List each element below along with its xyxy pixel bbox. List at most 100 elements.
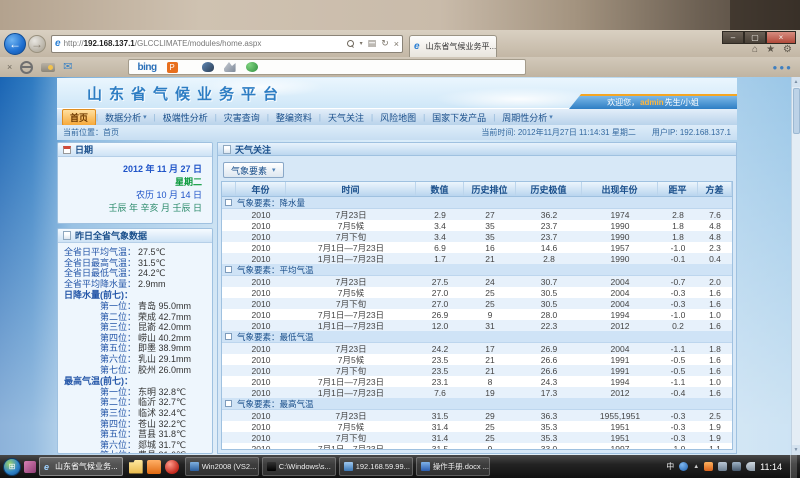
explorer-icon[interactable]: [129, 460, 143, 474]
ranking-line: 第三位：昆嵛 42.0mm: [64, 322, 209, 333]
table-cell: -0.3: [658, 410, 698, 421]
refresh-icon[interactable]: ↻: [381, 38, 389, 49]
nav-item-3[interactable]: 灾害查询: [217, 110, 267, 125]
pinned-app-icon[interactable]: [24, 461, 36, 473]
table-cell: 2.8: [658, 209, 698, 220]
address-bar[interactable]: e http://192.168.137.1/GLCCLIMATE/module…: [51, 35, 403, 53]
scroll-down-icon[interactable]: ▼: [792, 445, 800, 455]
rank-label: 第七位：: [100, 365, 136, 376]
compat-icon[interactable]: ▤: [368, 38, 377, 49]
media-player-icon[interactable]: [165, 460, 179, 474]
group-row: 气象要素：平均气温: [222, 264, 732, 276]
taskbar-button-2[interactable]: 192.168.59.99...: [339, 457, 413, 476]
search-dropdown-icon[interactable]: ▾: [360, 40, 363, 47]
maximize-button[interactable]: ▢: [744, 31, 766, 44]
nav-item-0[interactable]: 首页: [62, 109, 96, 126]
chevron-down-icon: ▾: [143, 113, 147, 121]
nav-item-1[interactable]: 数据分析▾: [98, 110, 154, 125]
nav-item-2[interactable]: 极端性分析: [156, 110, 215, 125]
row-select-cell: [222, 220, 236, 231]
row-select-cell: [222, 354, 236, 365]
calendar-ganzhi: 壬辰 年 辛亥 月 壬辰 日: [68, 202, 202, 215]
group-checkbox[interactable]: [225, 333, 232, 340]
home-icon[interactable]: ⌂: [752, 44, 758, 55]
rank-label: 第一位：: [100, 387, 136, 398]
column-header: 出现年份: [582, 182, 658, 196]
page-scrollbar[interactable]: ▲ ▼: [791, 77, 800, 455]
table-cell: 23.5: [416, 365, 464, 376]
table-section: 20107月23日31.52936.31955,1951-0.32.520107…: [222, 410, 732, 450]
nav-item-6[interactable]: 风险地图: [373, 110, 423, 125]
element-select-button[interactable]: 气象要素 ▾: [223, 162, 284, 178]
scrollbar-thumb[interactable]: [793, 88, 800, 134]
table-cell: 1.6: [698, 298, 732, 309]
rank-label: 第五位：: [100, 343, 136, 354]
group-row: 气象要素：降水量: [222, 197, 732, 209]
language-indicator[interactable]: 中: [666, 461, 674, 472]
clock[interactable]: 11:14: [760, 462, 785, 472]
orange-app-icon[interactable]: [147, 460, 161, 474]
scroll-up-icon[interactable]: ▲: [792, 77, 800, 87]
taskbar-button-3[interactable]: 操作手册.docx ...: [416, 457, 490, 476]
settings-gear-icon[interactable]: ⚙: [783, 44, 792, 55]
table-cell: 35: [464, 231, 516, 242]
group-checkbox[interactable]: [225, 266, 232, 273]
bing-logo[interactable]: bing: [137, 62, 156, 73]
table-cell: 1991: [582, 354, 658, 365]
search-icon[interactable]: [347, 40, 355, 48]
row-select-cell: [222, 365, 236, 376]
table-cell: 1.8: [658, 220, 698, 231]
nav-item-label: 风险地图: [380, 111, 416, 124]
background-window: [730, 0, 800, 30]
table-cell: -0.7: [658, 276, 698, 287]
taskbar-button-0[interactable]: Win2008 (VS2...: [185, 457, 259, 476]
favorites-star-icon[interactable]: ★: [766, 44, 775, 55]
volume-icon[interactable]: [746, 462, 755, 471]
addon-icon-3[interactable]: [246, 62, 258, 72]
minimize-button[interactable]: –: [722, 31, 744, 44]
table-row: 20107月下旬27.02530.52004-0.31.6: [222, 298, 732, 309]
mail-icon[interactable]: ✉: [63, 62, 72, 72]
nav-item-4[interactable]: 整编资料: [269, 110, 319, 125]
show-desktop-button[interactable]: [790, 455, 797, 478]
network-globe-icon[interactable]: [679, 462, 688, 471]
addon-icon-1[interactable]: [202, 62, 214, 72]
table-row: 20107月1日—7月23日26.9928.01994-1.01.0: [222, 309, 732, 320]
chevron-down-icon: ▾: [272, 166, 276, 174]
nav-item-8[interactable]: 周期性分析▾: [495, 110, 560, 125]
calendar-weekday: 星期二: [68, 176, 202, 189]
browser-tab[interactable]: e 山东省气候业务平... ×: [409, 35, 497, 57]
forward-button[interactable]: →: [28, 35, 46, 53]
taskbar-button-1[interactable]: C:\Windows\s...: [262, 457, 336, 476]
group-checkbox[interactable]: [225, 199, 232, 206]
addon-icon-2[interactable]: [224, 62, 236, 72]
pane-close-icon[interactable]: ×: [7, 62, 12, 72]
table-cell: -0.3: [658, 432, 698, 443]
url-path: /GLCCLIMATE/modules/home.aspx: [135, 39, 262, 48]
close-button[interactable]: ×: [766, 31, 796, 44]
stop-icon[interactable]: ×: [394, 39, 399, 49]
table-cell: 24.3: [516, 376, 582, 387]
tray-app-icon-1[interactable]: [704, 462, 713, 471]
nav-item-7[interactable]: 国家下发产品: [425, 110, 493, 125]
nav-item-5[interactable]: 天气关注: [321, 110, 371, 125]
table-row: 20107月1日—7月23日23.1824.31994-1.11.0: [222, 376, 732, 387]
taskbar-active-app[interactable]: e 山东省气候业务...: [39, 457, 123, 476]
tray-display-icon[interactable]: [732, 462, 741, 471]
back-button[interactable]: ←: [4, 33, 26, 55]
more-options-icon[interactable]: ●●●: [773, 63, 794, 72]
row-select-cell: [222, 410, 236, 421]
orange-addon-icon[interactable]: P: [167, 62, 178, 73]
tray-expand-icon[interactable]: ▲: [693, 464, 699, 470]
start-button[interactable]: ⊞: [3, 458, 21, 476]
table-cell: 7月5候: [286, 287, 416, 298]
ranking-line: 第一位：青岛 95.0mm: [64, 301, 209, 312]
blocked-icon[interactable]: [20, 61, 33, 74]
table-cell: 1.8: [658, 231, 698, 242]
snapshot-icon[interactable]: [41, 63, 55, 72]
table-cell: 1974: [582, 209, 658, 220]
tray-flag-icon[interactable]: [718, 462, 727, 471]
table-cell: 25: [464, 421, 516, 432]
table-cell: 2.0: [698, 276, 732, 287]
group-checkbox[interactable]: [225, 400, 232, 407]
